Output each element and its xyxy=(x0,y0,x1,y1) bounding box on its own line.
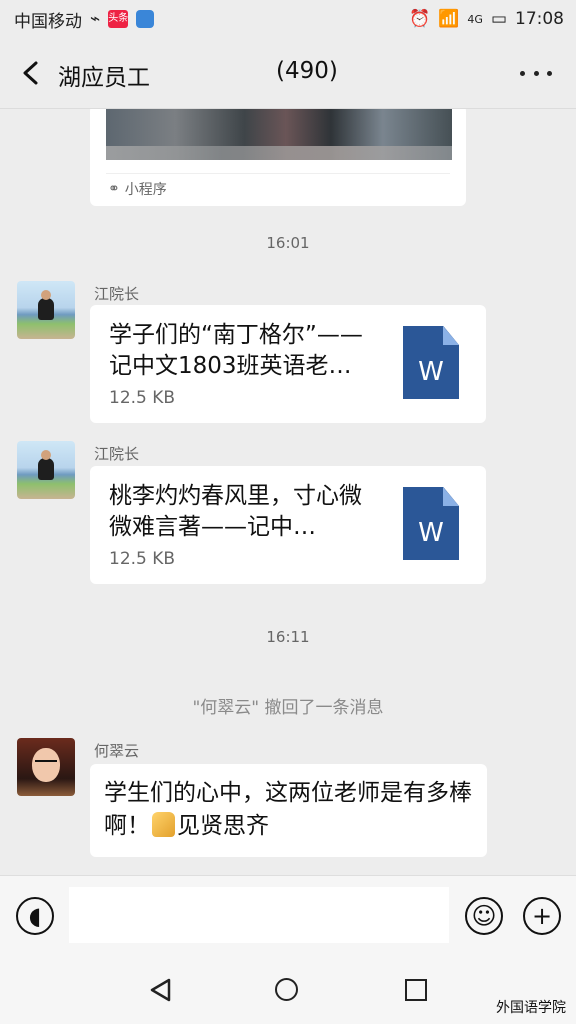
word-document-icon: W xyxy=(403,326,459,399)
chat-header: 湖应员工 (490) xyxy=(0,38,576,109)
alarm-icon: ⏰ xyxy=(409,9,431,29)
message-text-after: 见贤思齐 xyxy=(177,813,269,839)
battery-icon: ▭ xyxy=(490,9,507,29)
plus-icon: + xyxy=(531,902,553,930)
file-name: 学子们的“南丁格尔”——记中文1803班英语老… xyxy=(109,322,363,379)
sender-name: 江院长 xyxy=(94,445,140,463)
status-right: ⏰ 📶 4G ▭ 17:08 xyxy=(409,9,564,29)
miniapp-label: 小程序 xyxy=(124,182,167,198)
message-input[interactable] xyxy=(69,887,449,943)
more-dot xyxy=(533,70,539,76)
more-button[interactable] xyxy=(520,58,552,88)
word-letter: W xyxy=(418,357,444,387)
watermark: 外国语学院 xyxy=(496,1000,566,1016)
emoji-icon: ☺ xyxy=(471,902,497,930)
input-bar: ◖ ☺ + xyxy=(0,875,576,956)
text-message[interactable]: 学生们的心中，这两位老师是有多棒啊！ 见贤思齐 xyxy=(90,764,487,857)
file-name: 桃李灼灼春风里，寸心微微难言著——记中… xyxy=(109,483,362,540)
miniapp-card[interactable]: ⚭ 小程序 xyxy=(90,109,466,206)
activity-icon: ⌁ xyxy=(90,9,101,29)
status-left: 中国移动 ⌁ 头条 xyxy=(14,7,155,32)
recall-notice: "何翠云" 撤回了一条消息 xyxy=(192,698,384,718)
message-text: 学生们的心中，这两位老师是有多棒啊！ 见贤思齐 xyxy=(104,777,474,843)
back-button[interactable] xyxy=(16,58,46,88)
avatar-glasses xyxy=(35,760,57,767)
member-count: (490) xyxy=(276,58,338,84)
carrier-label: 中国移动 xyxy=(14,11,82,32)
sender-name: 何翠云 xyxy=(94,742,140,760)
network-label: 4G xyxy=(467,12,483,26)
nav-recent-button[interactable] xyxy=(405,979,427,1001)
avatar[interactable] xyxy=(17,281,75,339)
miniapp-source: ⚭ 小程序 xyxy=(108,179,167,199)
navigation-bar xyxy=(0,955,576,1024)
word-document-icon: W xyxy=(403,487,459,560)
timestamp: 16:01 xyxy=(266,234,310,252)
shield-icon xyxy=(136,10,155,28)
more-dot xyxy=(547,70,552,76)
word-letter: W xyxy=(418,518,444,548)
timestamp: 16:11 xyxy=(266,628,310,646)
file-size: 12.5 KB xyxy=(109,549,176,569)
avatar[interactable] xyxy=(17,738,75,796)
document-fold xyxy=(443,487,459,506)
news-badge-icon: 头条 xyxy=(108,10,129,28)
file-message[interactable]: 桃李灼灼春风里，寸心微微难言著——记中… 12.5 KB W xyxy=(90,466,486,584)
voice-button[interactable]: ◖ xyxy=(16,897,54,935)
avatar-person xyxy=(38,290,54,320)
voice-icon: ◖ xyxy=(28,902,42,930)
file-message[interactable]: 学子们的“南丁格尔”——记中文1803班英语老… 12.5 KB W xyxy=(90,305,486,423)
thumbs-up-icon xyxy=(152,812,175,837)
chat-title: 湖应员工 xyxy=(58,65,150,91)
plus-button[interactable]: + xyxy=(523,897,561,935)
miniapp-photo xyxy=(106,109,452,160)
status-bar: 中国移动 ⌁ 头条 ⏰ 📶 4G ▭ 17:08 xyxy=(0,0,576,38)
file-size: 12.5 KB xyxy=(109,388,176,408)
avatar-person xyxy=(38,450,54,480)
miniapp-divider xyxy=(106,173,450,174)
document-fold xyxy=(443,326,459,345)
wifi-icon: 📶 xyxy=(438,9,460,29)
status-time: 17:08 xyxy=(515,9,564,29)
emoji-button[interactable]: ☺ xyxy=(465,897,503,935)
sender-name: 江院长 xyxy=(94,285,140,303)
nav-back-button[interactable] xyxy=(149,978,171,1002)
nav-home-button[interactable] xyxy=(275,978,298,1001)
more-dot xyxy=(520,70,525,76)
chat-area[interactable]: ⚭ 小程序 16:01 江院长 学子们的“南丁格尔”——记中文1803班英语老…… xyxy=(0,109,576,875)
avatar[interactable] xyxy=(17,441,75,499)
link-icon: ⚭ xyxy=(108,181,120,197)
